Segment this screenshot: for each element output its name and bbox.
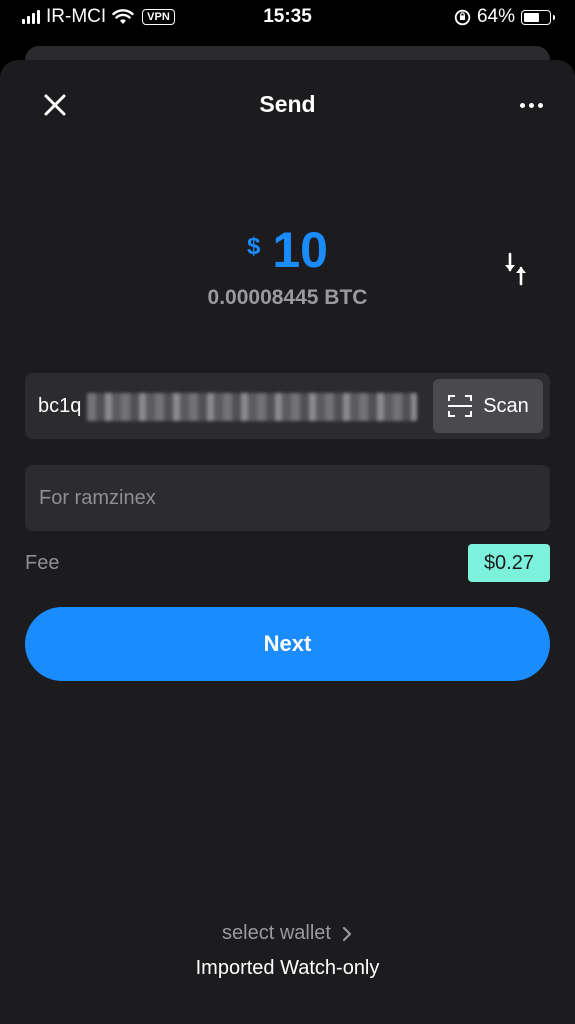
chevron-right-icon [342, 926, 352, 941]
wallet-name: Imported Watch-only [195, 957, 380, 979]
recipient-address-field[interactable]: bc1q Scan [25, 373, 550, 439]
fee-label: Fee [25, 552, 60, 574]
status-bar: IR-MCI VPN 15:35 64% [0, 0, 575, 34]
select-wallet-link[interactable]: select wallet [0, 922, 575, 945]
more-dots-icon[interactable] [513, 92, 549, 118]
header: Send [0, 82, 575, 126]
scan-label: Scan [483, 394, 529, 417]
orientation-lock-icon [454, 9, 471, 25]
crypto-amount: 0.00008445 BTC [207, 286, 368, 309]
battery-icon [521, 9, 555, 25]
currency-sign: $ [247, 233, 261, 260]
status-bar-left: IR-MCI VPN [22, 6, 175, 28]
vpn-badge: VPN [142, 9, 175, 25]
address-redacted [87, 393, 417, 421]
carrier-name: IR-MCI [46, 6, 107, 27]
send-sheet: Send $ 10 0.00008445 BTC bc1q Scan Fee $… [0, 60, 575, 1024]
memo-input[interactable] [25, 465, 550, 531]
battery-percent: 64% [476, 6, 515, 27]
fee-value-badge[interactable]: $0.27 [467, 544, 550, 582]
select-wallet-label: select wallet [222, 922, 331, 944]
battery-level-fill [524, 12, 540, 22]
scan-qr-icon [448, 395, 473, 417]
scan-button[interactable]: Scan [433, 379, 543, 433]
address-prefix: bc1q [38, 395, 82, 417]
page-title: Send [259, 90, 316, 117]
next-button[interactable]: Next [25, 607, 550, 681]
amount-value: 10 [272, 222, 328, 278]
close-icon[interactable] [40, 90, 70, 120]
amount-display[interactable]: $ 10 [0, 220, 575, 280]
swap-arrows-icon[interactable] [503, 252, 529, 286]
wifi-icon [112, 9, 134, 24]
memo-field[interactable] [25, 465, 550, 531]
status-bar-right: 64% [454, 6, 555, 28]
cellular-signal-icon [22, 10, 40, 24]
